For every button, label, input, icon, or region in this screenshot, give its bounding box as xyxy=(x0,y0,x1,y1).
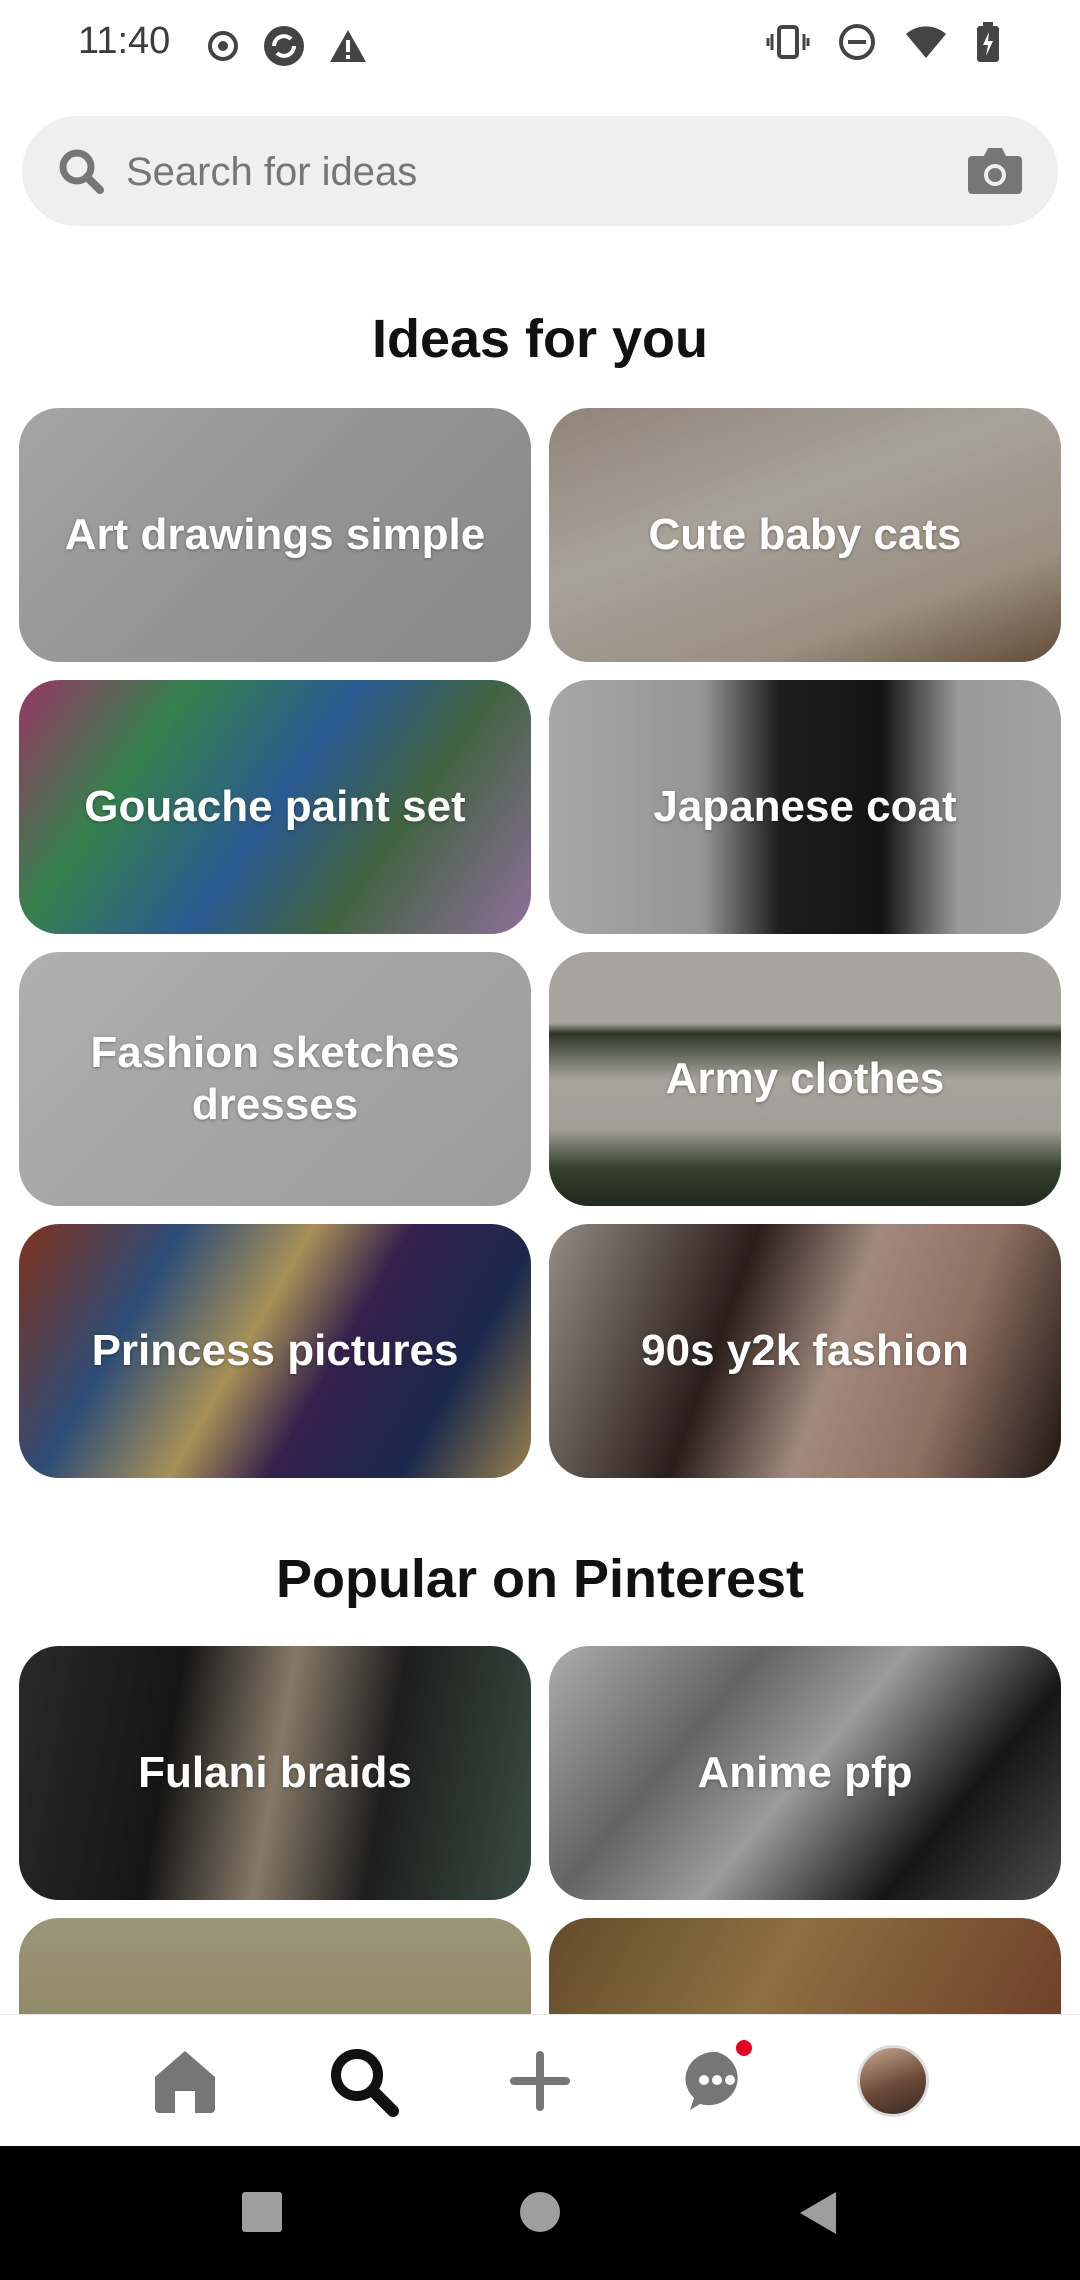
create-icon xyxy=(510,2051,570,2111)
bottom-nav xyxy=(0,2014,1080,2147)
vibrate-icon xyxy=(766,25,810,59)
home-icon xyxy=(155,2051,215,2113)
nav-profile[interactable] xyxy=(853,2045,933,2117)
popular-section-title: Popular on Pinterest xyxy=(275,1549,805,1609)
idea-tile-princess[interactable]: Princess pictures xyxy=(19,1224,531,1478)
idea-tile-fashion-sketches[interactable]: Fashion sketches dresses xyxy=(19,952,531,1206)
camera-icon[interactable] xyxy=(966,144,1024,196)
tile-label: Gouache paint set xyxy=(84,782,466,831)
nav-messages[interactable] xyxy=(677,2037,757,2117)
popular-tile-fulani-braids[interactable]: Fulani braids xyxy=(19,1646,531,1900)
tile-label: Army clothes xyxy=(665,1054,945,1103)
nav-home[interactable] xyxy=(145,2045,225,2117)
idea-tile-army-clothes[interactable]: Army clothes xyxy=(549,952,1061,1206)
idea-tile-japanese-coat[interactable]: Japanese coat xyxy=(549,680,1061,934)
tile-label: Fashion sketches dresses xyxy=(90,1028,460,1129)
tile-label: 90s y2k fashion xyxy=(641,1326,969,1375)
profile-avatar xyxy=(857,2045,929,2117)
battery-charging-icon xyxy=(977,22,999,62)
back-button[interactable] xyxy=(796,2190,840,2236)
popular-tile-3[interactable] xyxy=(19,1918,531,2014)
ideas-section-title: Ideas for you xyxy=(371,309,709,369)
idea-tile-90s-y2k[interactable]: 90s y2k fashion xyxy=(549,1224,1061,1478)
popular-tile-anime-pfp[interactable]: Anime pfp xyxy=(549,1646,1061,1900)
system-nav-bar xyxy=(0,2146,1080,2280)
status-time: 11:40 xyxy=(78,20,171,62)
tile-label: Art drawings simple xyxy=(64,510,486,559)
tile-label: Cute baby cats xyxy=(648,510,962,559)
recents-button[interactable] xyxy=(240,2190,284,2234)
search-icon xyxy=(59,149,104,194)
nav-search[interactable] xyxy=(323,2045,403,2117)
tile-label: Japanese coat xyxy=(653,782,957,831)
wifi-icon xyxy=(906,26,946,58)
status-bar: 11:40 xyxy=(0,0,1080,88)
search-bar[interactable] xyxy=(22,116,1058,226)
warning-icon xyxy=(330,30,366,62)
tile-label: Anime pfp xyxy=(697,1748,913,1797)
home-button[interactable] xyxy=(518,2190,562,2234)
search-icon xyxy=(331,2049,399,2117)
tile-label: Princess pictures xyxy=(91,1326,459,1375)
nav-create[interactable] xyxy=(500,2045,580,2117)
idea-tile-gouache[interactable]: Gouache paint set xyxy=(19,680,531,934)
do-not-disturb-icon xyxy=(839,24,875,60)
record-icon xyxy=(208,31,238,61)
sync-icon xyxy=(264,26,304,66)
popular-tile-4[interactable] xyxy=(549,1918,1061,2014)
tile-label: Fulani braids xyxy=(138,1748,412,1797)
idea-tile-baby-cats[interactable]: Cute baby cats xyxy=(549,408,1061,662)
idea-tile-art-drawings[interactable]: Art drawings simple xyxy=(19,408,531,662)
search-input[interactable] xyxy=(124,136,958,208)
notification-dot xyxy=(733,2037,755,2059)
